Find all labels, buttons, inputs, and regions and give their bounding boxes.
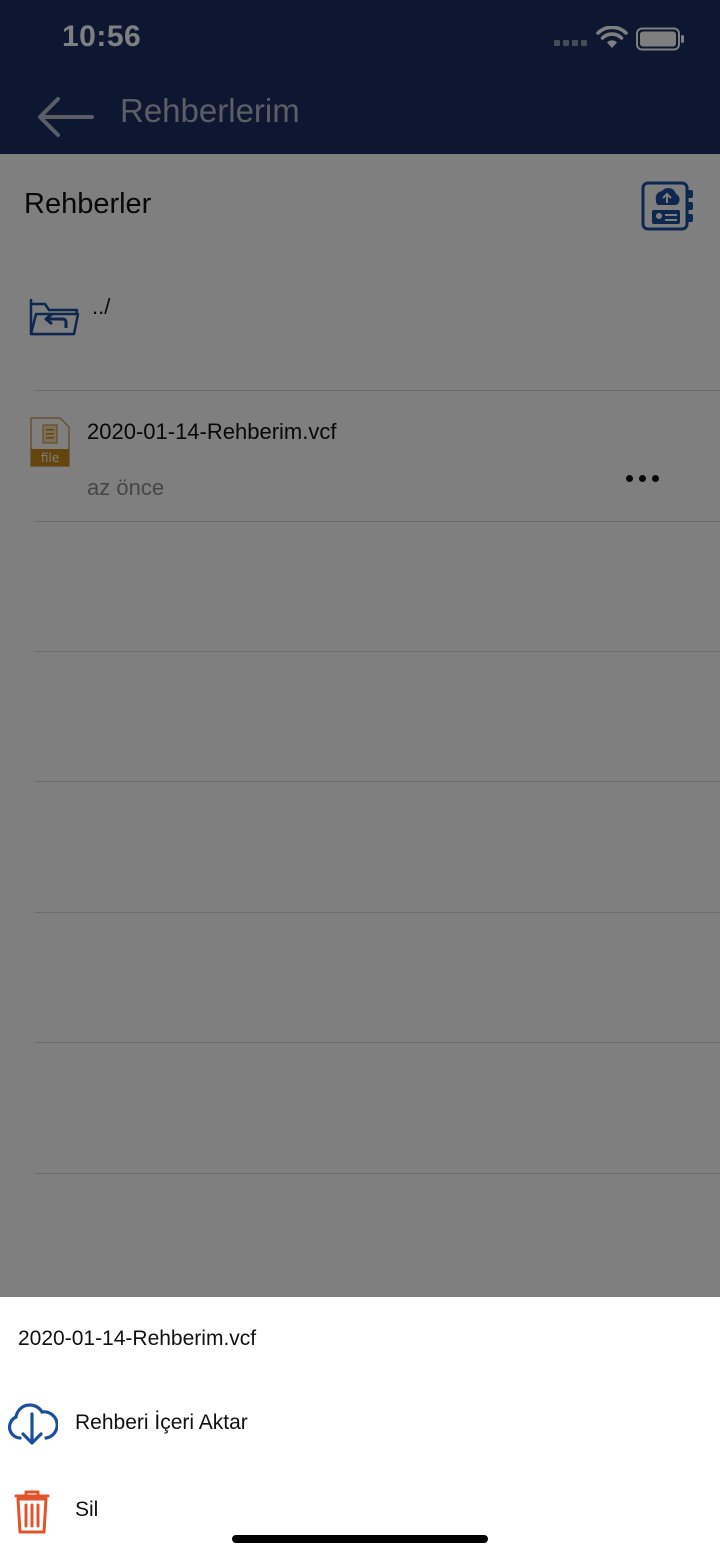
trash-icon	[14, 1490, 50, 1534]
action-sheet: 2020-01-14-Rehberim.vcf Rehberi İçeri Ak…	[0, 1297, 720, 1558]
home-indicator[interactable]	[232, 1535, 488, 1543]
delete-button[interactable]: Sil	[0, 1477, 720, 1557]
import-contacts-label: Rehberi İçeri Aktar	[75, 1411, 248, 1434]
screen: 10:56 Rehberlerim Rehberler	[0, 0, 720, 1558]
delete-label: Sil	[75, 1498, 99, 1521]
cloud-download-icon	[7, 1403, 58, 1445]
action-sheet-title: 2020-01-14-Rehberim.vcf	[18, 1327, 257, 1350]
dimmed-backdrop[interactable]	[0, 0, 720, 1297]
import-contacts-button[interactable]: Rehberi İçeri Aktar	[0, 1390, 720, 1470]
